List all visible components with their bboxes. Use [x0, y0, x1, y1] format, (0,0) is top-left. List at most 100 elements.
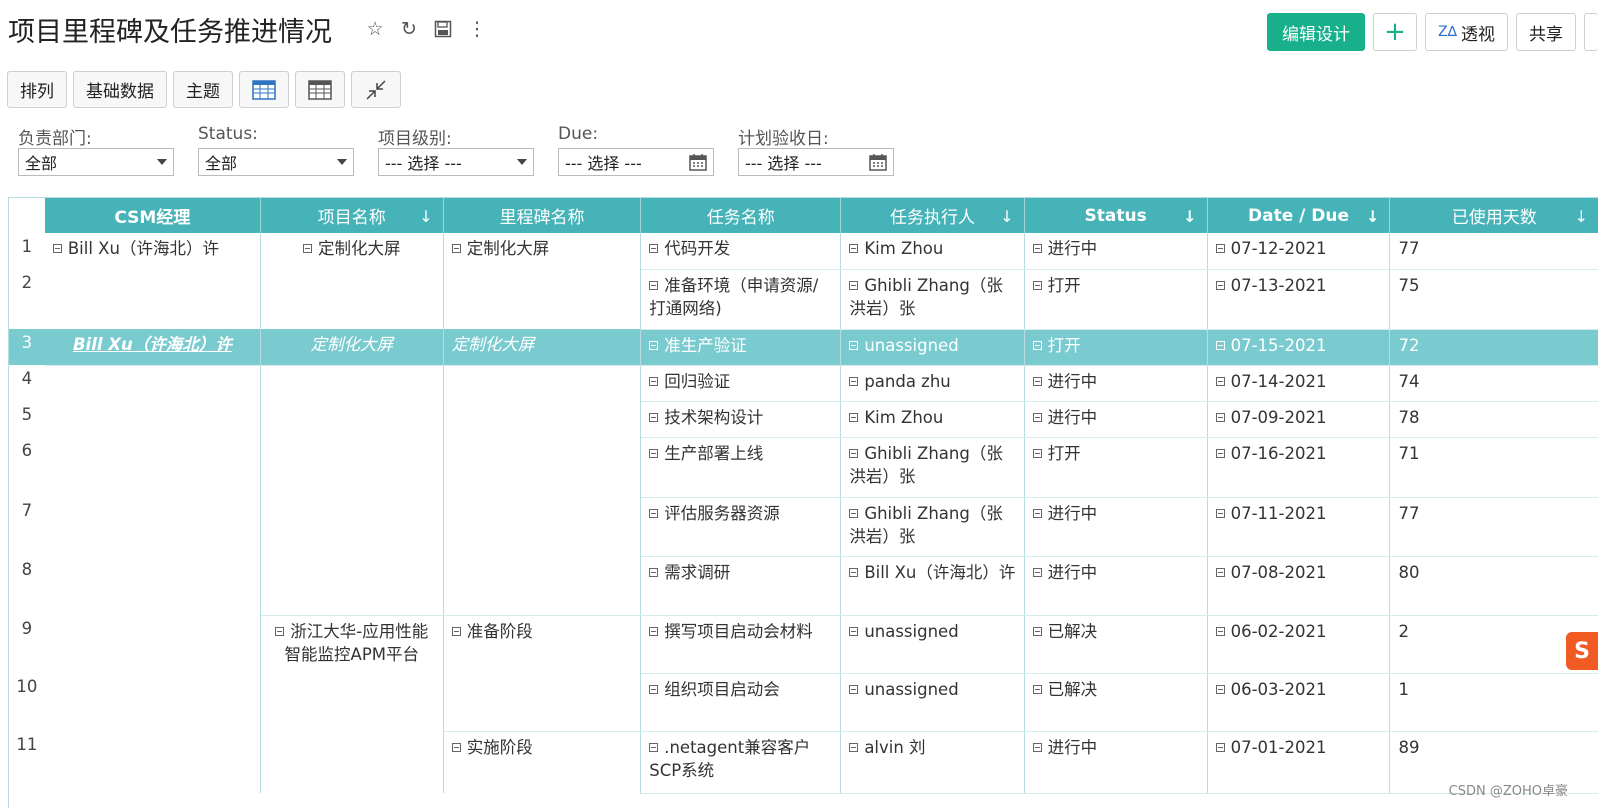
cell-task[interactable]: 技术架构设计: [640, 401, 842, 438]
cell-date[interactable]: 06-02-2021: [1207, 615, 1391, 674]
cell-date[interactable]: 07-15-2021: [1207, 329, 1391, 366]
more-actions-button[interactable]: [1584, 13, 1598, 51]
add-button[interactable]: +: [1373, 13, 1418, 51]
filter-label: 项目级别:: [378, 129, 452, 149]
cell-milestone: [443, 556, 642, 616]
collapse-icon: [649, 448, 659, 458]
cell-milestone[interactable]: 定制化大屏: [443, 329, 642, 366]
col-task-name[interactable]: 任务名称: [640, 198, 842, 233]
col-assignee[interactable]: 任务执行人 ↓: [840, 198, 1025, 233]
cell-date[interactable]: 07-01-2021: [1207, 731, 1391, 794]
cell-milestone[interactable]: 准备阶段: [443, 615, 642, 673]
cell-csm[interactable]: Bill Xu（许海北）许: [44, 233, 261, 269]
cell-status[interactable]: 打开: [1024, 269, 1208, 330]
cell-status[interactable]: 进行中: [1024, 401, 1208, 438]
cell-days[interactable]: 1: [1389, 673, 1598, 732]
share-button[interactable]: 共享: [1516, 13, 1576, 51]
collapse-icon: [849, 244, 859, 253]
due-date-picker[interactable]: --- 选择 ---: [558, 148, 714, 176]
refresh-icon[interactable]: ↻: [398, 18, 420, 40]
cell-days[interactable]: 71: [1389, 437, 1598, 498]
cell-assignee[interactable]: unassigned: [840, 615, 1025, 674]
project-level-select[interactable]: --- 选择 ---: [378, 148, 534, 176]
edit-design-button[interactable]: 编辑设计: [1267, 13, 1366, 51]
col-status[interactable]: Status ↓: [1024, 198, 1208, 233]
col-date-due[interactable]: Date / Due ↓: [1207, 198, 1391, 233]
cell-date[interactable]: 07-16-2021: [1207, 437, 1391, 498]
cell-task[interactable]: 需求调研: [640, 556, 842, 616]
cell-status[interactable]: 进行中: [1024, 556, 1208, 616]
cell-days[interactable]: 77: [1389, 233, 1598, 270]
base-data-button[interactable]: 基础数据: [73, 71, 167, 108]
cell-assignee[interactable]: alvin 刘: [840, 731, 1025, 794]
cell-days[interactable]: 72: [1389, 329, 1598, 366]
cell-task[interactable]: 准备环境（申请资源/打通网络): [640, 269, 842, 330]
cell-milestone[interactable]: 定制化大屏: [443, 233, 642, 269]
cell-status[interactable]: 已解决: [1024, 673, 1208, 732]
cell-task[interactable]: 准生产验证: [640, 329, 842, 366]
cell-project[interactable]: 定制化大屏: [260, 233, 444, 269]
cell-date[interactable]: 07-12-2021: [1207, 233, 1391, 270]
cell-milestone[interactable]: 实施阶段: [443, 731, 642, 793]
table-view-button[interactable]: [239, 71, 289, 108]
col-csm-manager[interactable]: CSM经理: [44, 198, 261, 233]
cell-task[interactable]: 代码开发: [640, 233, 842, 270]
cell-assignee[interactable]: Bill Xu（许海北）许: [840, 556, 1025, 616]
table-row: 6 生产部署上线 Ghibli Zhang（张洪岩）张 打开 07-16-202…: [9, 437, 1598, 498]
arrange-button[interactable]: 排列: [7, 71, 67, 108]
cell-assignee[interactable]: Kim Zhou: [840, 401, 1025, 438]
col-project-name[interactable]: 项目名称 ↓: [260, 198, 444, 233]
cell-project[interactable]: 浙江大华-应用性能智能监控APM平台: [260, 615, 444, 673]
acceptance-date-picker[interactable]: --- 选择 ---: [738, 148, 894, 176]
cell-task[interactable]: .netagent兼容客户SCP系统: [640, 731, 842, 794]
calendar-icon: [689, 154, 707, 171]
department-select[interactable]: 全部: [18, 148, 174, 176]
cell-assignee[interactable]: Ghibli Zhang（张洪岩）张: [840, 497, 1025, 557]
col-days-used[interactable]: 已使用天数 ↓: [1389, 198, 1598, 233]
save-icon[interactable]: [432, 18, 454, 40]
cell-days[interactable]: 77: [1389, 497, 1598, 557]
cell-days[interactable]: 74: [1389, 365, 1598, 402]
cell-task[interactable]: 组织项目启动会: [640, 673, 842, 732]
cell-date[interactable]: 07-11-2021: [1207, 497, 1391, 557]
ime-floating-icon[interactable]: S: [1566, 632, 1598, 670]
cell-assignee[interactable]: unassigned: [840, 673, 1025, 732]
cell-status[interactable]: 打开: [1024, 437, 1208, 498]
cell-date[interactable]: 07-09-2021: [1207, 401, 1391, 438]
grid-view-button[interactable]: [295, 71, 345, 108]
cell-status[interactable]: 进行中: [1024, 731, 1208, 794]
cell-task[interactable]: 回归验证: [640, 365, 842, 402]
cell-date[interactable]: 06-03-2021: [1207, 673, 1391, 732]
calendar-icon: [869, 154, 887, 171]
cell-assignee[interactable]: Ghibli Zhang（张洪岩）张: [840, 437, 1025, 498]
pivot-button[interactable]: Z∆ 透视: [1425, 13, 1508, 51]
cell-project[interactable]: 定制化大屏: [260, 329, 444, 366]
cell-assignee[interactable]: panda zhu: [840, 365, 1025, 402]
cell-status[interactable]: 进行中: [1024, 497, 1208, 557]
star-icon[interactable]: ☆: [364, 18, 386, 40]
status-select[interactable]: 全部: [198, 148, 354, 176]
cell-days[interactable]: 78: [1389, 401, 1598, 438]
cell-assignee[interactable]: Ghibli Zhang（张洪岩）张: [840, 269, 1025, 330]
page-title: 项目里程碑及任务推进情况: [8, 17, 332, 48]
cell-status[interactable]: 打开: [1024, 329, 1208, 366]
col-milestone-name[interactable]: 里程碑名称: [443, 198, 642, 233]
cell-assignee[interactable]: unassigned: [840, 329, 1025, 366]
cell-task[interactable]: 生产部署上线: [640, 437, 842, 498]
cell-assignee[interactable]: Kim Zhou: [840, 233, 1025, 270]
collapse-icon: [451, 626, 461, 636]
cell-date[interactable]: 07-08-2021: [1207, 556, 1391, 616]
cell-csm[interactable]: Bill Xu（许海北）许: [44, 329, 261, 366]
collapse-button[interactable]: [351, 71, 401, 108]
theme-button[interactable]: 主题: [173, 71, 233, 108]
cell-days[interactable]: 75: [1389, 269, 1598, 330]
cell-date[interactable]: 07-14-2021: [1207, 365, 1391, 402]
cell-date[interactable]: 07-13-2021: [1207, 269, 1391, 330]
cell-task[interactable]: 评估服务器资源: [640, 497, 842, 557]
cell-days[interactable]: 80: [1389, 556, 1598, 616]
cell-status[interactable]: 进行中: [1024, 365, 1208, 402]
more-icon[interactable]: ⋮: [466, 18, 488, 40]
cell-task[interactable]: 撰写项目启动会材料: [640, 615, 842, 674]
cell-status[interactable]: 进行中: [1024, 233, 1208, 270]
cell-status[interactable]: 已解决: [1024, 615, 1208, 674]
